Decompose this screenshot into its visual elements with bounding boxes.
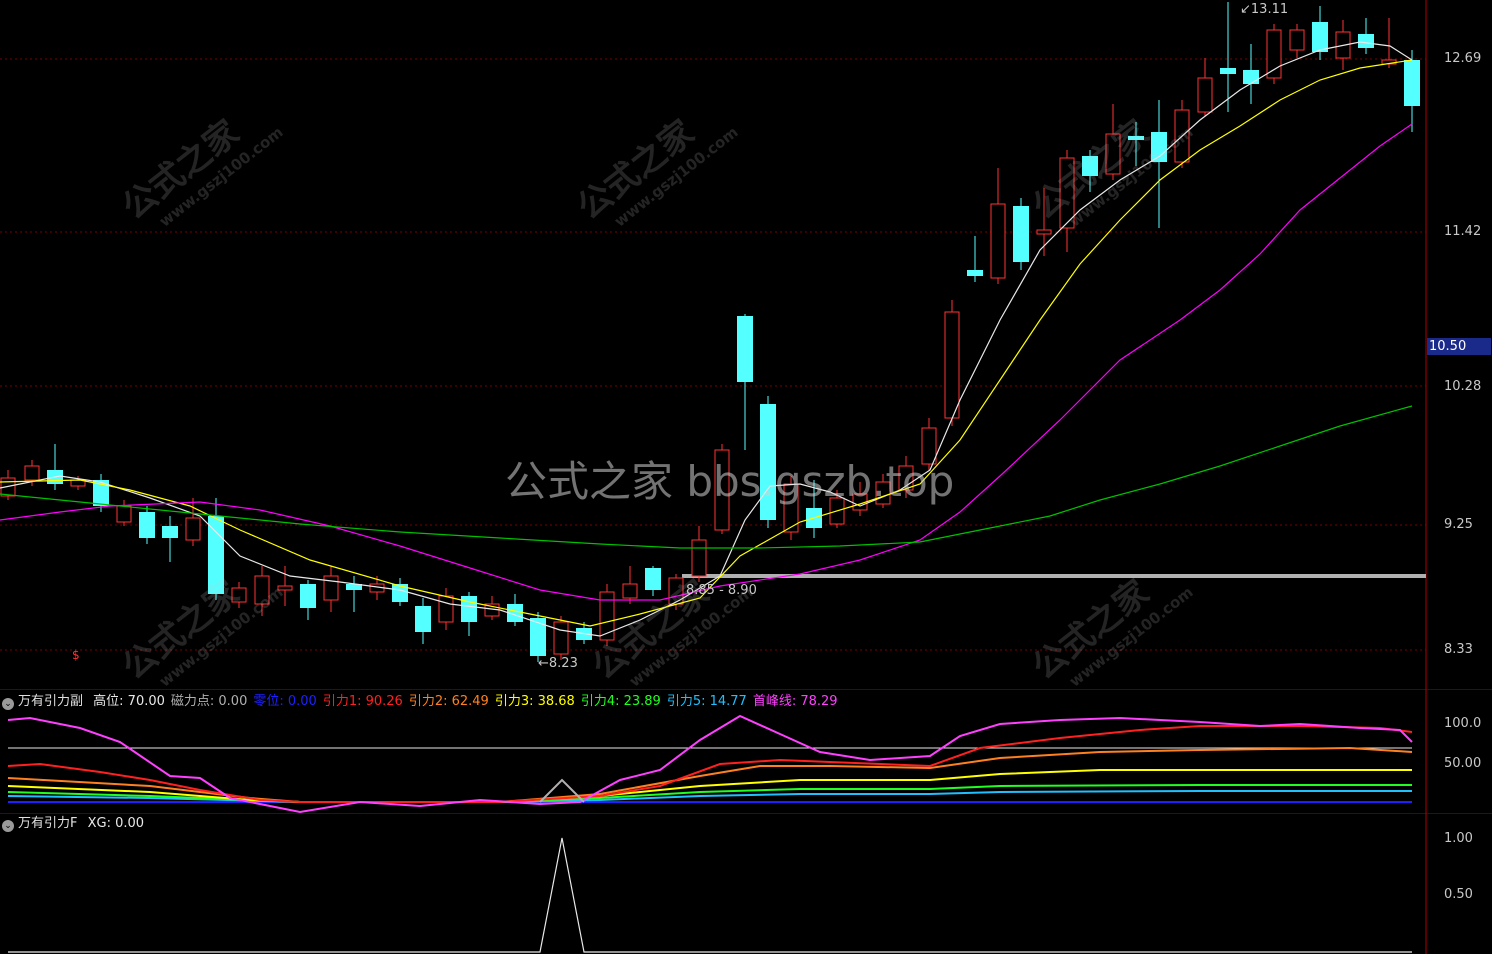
candle-body [116, 505, 132, 523]
candle-body [438, 595, 454, 623]
legend-item: 引力1: 90.26 [322, 694, 403, 709]
candle-body [415, 606, 431, 632]
candle-body [967, 270, 983, 276]
candle-body [1013, 206, 1029, 262]
candle-body [553, 621, 569, 655]
candle-body [1197, 77, 1213, 113]
candle-body [300, 584, 316, 608]
candle-body [1312, 22, 1328, 52]
candle-body [622, 583, 638, 599]
indicator-axis-label: 100.0 [1444, 716, 1482, 731]
xg-signal-line [8, 837, 1412, 953]
candle-body [944, 311, 960, 419]
candle-body [1243, 70, 1259, 84]
indicator-axis-label: 1.00 [1444, 831, 1473, 846]
indicator-axis-label: 50.00 [1444, 756, 1482, 771]
candle-body [530, 618, 546, 656]
candle-body [737, 316, 753, 382]
candle-body [1358, 34, 1374, 48]
legend-item: 零位: 0.00 [253, 694, 317, 709]
legend-item: 高位: 70.00 [93, 694, 165, 709]
candle-body [323, 575, 339, 601]
candle-body [185, 517, 201, 541]
low-price-annotation: ←8.23 [538, 656, 578, 671]
legend-item: 磁力点: 0.00 [170, 694, 248, 709]
indicator-name[interactable]: 万有引力副 [18, 694, 83, 709]
candlestick-chart-pane[interactable]: 公式之家 www.gszj100.com 公式之家 www.gszj100.com … [0, 0, 1492, 690]
candle-body [1266, 29, 1282, 79]
current-price-badge: 10.50 [1427, 338, 1491, 355]
price-axis-label: 8.33 [1444, 642, 1473, 657]
price-axis-label: 11.42 [1444, 224, 1482, 239]
indicator-axis-label: 0.50 [1444, 887, 1473, 902]
candle-body [1036, 229, 1052, 235]
gravity-f-legend: ⌄ 万有引力F XG: 0.00 [2, 815, 156, 833]
gravity-indicator-pane[interactable]: ⌄ 万有引力副 高位: 70.00 磁力点: 0.00 零位: 0.00 引力1: 90… [0, 690, 1492, 814]
candle-body [1289, 29, 1305, 51]
candle-body [1220, 68, 1236, 74]
center-watermark: 公式之家 bbs.gszb.top [505, 457, 955, 506]
chevron-down-icon[interactable]: ⌄ [2, 820, 14, 832]
legend-item: 引力5: 14.77 [666, 694, 747, 709]
candle-body [139, 512, 155, 538]
legend-item: 引力2: 62.49 [408, 694, 489, 709]
price-axis-label: 10.28 [1444, 379, 1482, 394]
signal-marker: $ [72, 648, 80, 662]
candle-body [645, 568, 661, 590]
price-axis-label: 12.69 [1444, 51, 1482, 66]
candle-body [1404, 60, 1420, 106]
chevron-down-icon[interactable]: ⌄ [2, 698, 14, 710]
gravity-f-indicator-chart[interactable] [0, 814, 1492, 954]
legend-item: 首峰线: 78.29 [752, 694, 838, 709]
gravity-indicator-legend: ⌄ 万有引力副 高位: 70.00 磁力点: 0.00 零位: 0.00 引力1: 90… [2, 693, 850, 711]
candle-body [990, 203, 1006, 279]
high-price-annotation: ↙13.11 [1240, 2, 1289, 17]
gravity-f-indicator-pane[interactable]: ⌄ 万有引力F XG: 0.00 1.00 0.50 [0, 814, 1492, 954]
range-annotation: 8.85 - 8.90 [686, 583, 757, 598]
legend-item: 引力3: 38.68 [494, 694, 575, 709]
candle-body [162, 526, 178, 538]
candle-body [24, 465, 40, 481]
price-axis-label: 9.25 [1444, 517, 1473, 532]
legend-item: XG: 0.00 [87, 816, 145, 831]
legend-item: 引力4: 23.89 [580, 694, 661, 709]
indicator-name[interactable]: 万有引力F [18, 816, 77, 831]
